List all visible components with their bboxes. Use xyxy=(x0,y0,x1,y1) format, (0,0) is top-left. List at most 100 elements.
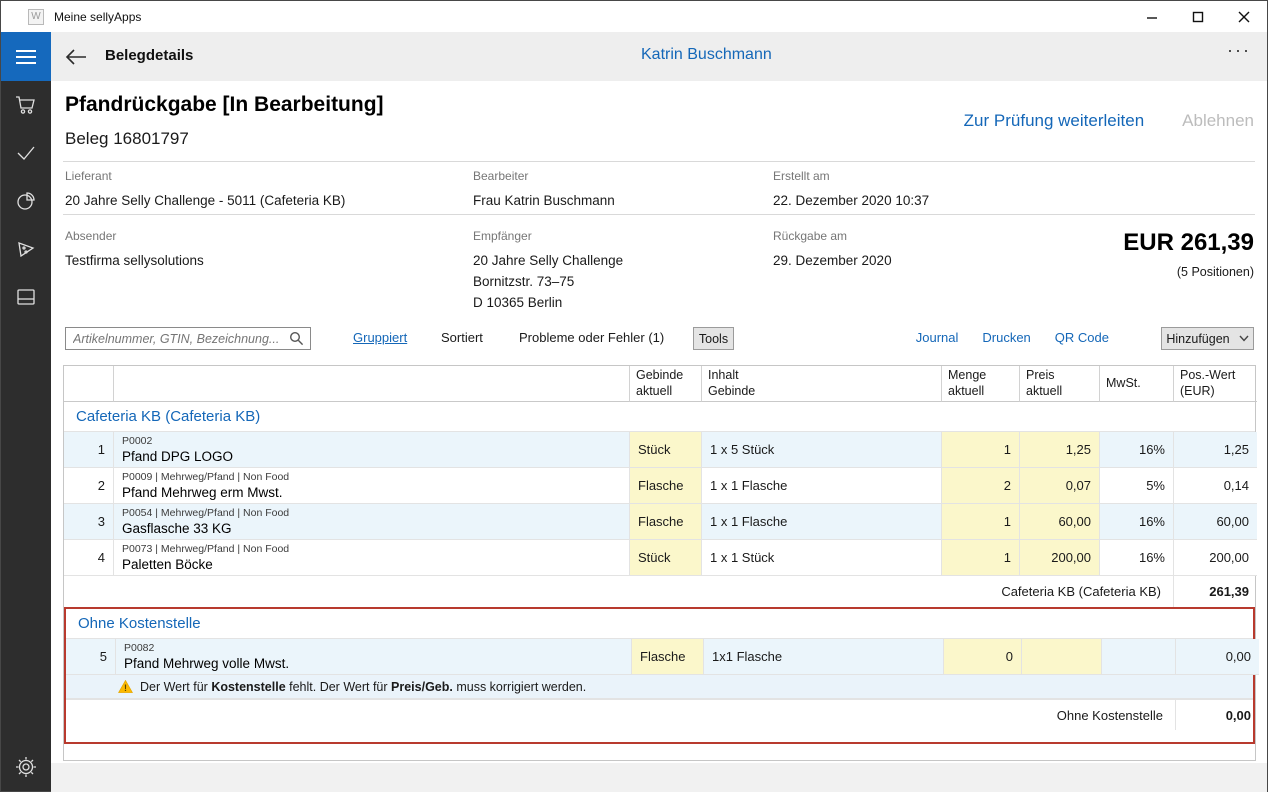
sidebar-item-orders[interactable] xyxy=(1,81,51,129)
column-header-3: Inhalt Gebinde xyxy=(702,366,942,402)
sidebar-item-reports[interactable] xyxy=(1,177,51,225)
search-input[interactable] xyxy=(66,332,289,346)
close-button[interactable] xyxy=(1221,1,1267,32)
subtotal-value: 0,00 xyxy=(1176,700,1259,730)
cell-gebinde[interactable]: Flasche xyxy=(630,504,702,540)
svg-text:!: ! xyxy=(124,683,127,693)
cell-gebinde[interactable]: Flasche xyxy=(630,468,702,504)
sidebar-item-settings[interactable] xyxy=(1,743,51,791)
column-header-1 xyxy=(114,366,630,402)
cell-article: P0073 | Mehrweg/Pfand | Non FoodPaletten… xyxy=(114,540,630,576)
chevron-down-icon xyxy=(1239,335,1249,342)
table-row[interactable]: 5P0082Pfand Mehrweg volle Mwst.Flasche1x… xyxy=(66,639,1253,675)
cell-menge[interactable]: 1 xyxy=(942,540,1020,576)
subtotal-value: 261,39 xyxy=(1174,576,1257,607)
minimize-icon xyxy=(1146,11,1158,23)
sortiert-toggle[interactable]: Sortiert xyxy=(441,330,483,345)
cell-position-number: 4 xyxy=(64,540,114,576)
table-row[interactable]: 3P0054 | Mehrweg/Pfand | Non FoodGasflas… xyxy=(64,504,1255,540)
cell-inhalt-gebinde: 1 x 1 Flasche xyxy=(702,468,942,504)
column-header-2: Gebinde aktuell xyxy=(630,366,702,402)
article-name: Paletten Böcke xyxy=(122,556,213,573)
app-header: Belegdetails Katrin Buschmann ··· xyxy=(1,32,1267,81)
page-title: Belegdetails xyxy=(105,47,193,64)
gear-icon xyxy=(15,756,37,778)
cell-position-number: 5 xyxy=(66,639,116,675)
cell-position-number: 1 xyxy=(64,432,114,468)
cell-position-number: 3 xyxy=(64,504,114,540)
nav-sidebar xyxy=(1,81,51,791)
table-row[interactable]: 4P0073 | Mehrweg/Pfand | Non FoodPalette… xyxy=(64,540,1255,576)
sidebar-item-catering[interactable] xyxy=(1,225,51,273)
field-empfaenger: Empfänger 20 Jahre Selly Challenge Borni… xyxy=(473,229,623,313)
qr-code-link[interactable]: QR Code xyxy=(1055,330,1109,345)
probleme-filter[interactable]: Probleme oder Fehler (1) xyxy=(519,330,664,345)
more-options-button[interactable]: ··· xyxy=(1227,40,1251,61)
column-header-4: Menge aktuell xyxy=(942,366,1020,402)
article-name: Pfand Mehrweg volle Mwst. xyxy=(124,655,289,672)
cell-preis[interactable]: 60,00 xyxy=(1020,504,1100,540)
gruppiert-toggle[interactable]: Gruppiert xyxy=(353,330,407,345)
document-total: EUR 261,39 xyxy=(1123,229,1254,257)
article-name: Pfand DPG LOGO xyxy=(122,448,233,465)
cell-menge[interactable]: 0 xyxy=(944,639,1022,675)
article-code: P0009 | Mehrweg/Pfand | Non Food xyxy=(122,471,289,484)
minimize-button[interactable] xyxy=(1129,1,1175,32)
cell-menge[interactable]: 2 xyxy=(942,468,1020,504)
app-window: W Meine sellyApps Belegdetails Katrin Bu… xyxy=(0,0,1268,792)
cell-inhalt-gebinde: 1 x 1 Stück xyxy=(702,540,942,576)
main-content: Pfandrückgabe [In Bearbeitung] Beleg 168… xyxy=(51,81,1267,791)
cell-pos-wert: 0,14 xyxy=(1174,468,1257,504)
window-title: Meine sellyApps xyxy=(54,10,141,24)
cell-mwst: 16% xyxy=(1100,540,1174,576)
position-count: (5 Positionen) xyxy=(1177,265,1254,279)
cell-pos-wert: 60,00 xyxy=(1174,504,1257,540)
cell-menge[interactable]: 1 xyxy=(942,432,1020,468)
drucken-link[interactable]: Drucken xyxy=(982,330,1030,345)
divider xyxy=(63,161,1255,162)
journal-link[interactable]: Journal xyxy=(916,330,959,345)
subtotal-label: Ohne Kostenstelle xyxy=(66,700,1176,730)
book-icon xyxy=(16,288,36,306)
sidebar-item-approvals[interactable] xyxy=(1,129,51,177)
field-rueckgabe-am: Rückgabe am 29. Dezember 2020 xyxy=(773,229,892,271)
maximize-button[interactable] xyxy=(1175,1,1221,32)
cell-preis[interactable]: 200,00 xyxy=(1020,540,1100,576)
tools-button[interactable]: Tools xyxy=(693,327,734,350)
back-button[interactable] xyxy=(63,44,89,70)
check-icon xyxy=(16,145,36,161)
article-code: P0073 | Mehrweg/Pfand | Non Food xyxy=(122,543,289,556)
forward-for-review-button[interactable]: Zur Prüfung weiterleiten xyxy=(964,111,1144,131)
group: Cafeteria KB (Cafeteria KB)1P0002Pfand D… xyxy=(64,402,1255,607)
group-subtotal-row: Cafeteria KB (Cafeteria KB)261,39 xyxy=(64,576,1255,607)
cell-preis[interactable] xyxy=(1022,639,1102,675)
cell-preis[interactable]: 0,07 xyxy=(1020,468,1100,504)
table-row[interactable]: 2 P0009 | Mehrweg/Pfand | Non FoodPfand M… xyxy=(64,468,1255,504)
cell-gebinde[interactable]: Flasche xyxy=(632,639,704,675)
table-spacer xyxy=(64,744,1255,760)
warning-icon: ! xyxy=(118,680,133,693)
field-lieferant: Lieferant 20 Jahre Selly Challenge - 501… xyxy=(65,169,345,211)
sidebar-item-journal[interactable] xyxy=(1,273,51,321)
table-row[interactable]: 1P0002Pfand DPG LOGOStück1 x 5 Stück11,2… xyxy=(64,432,1255,468)
reject-button[interactable]: Ablehnen xyxy=(1182,111,1254,131)
maximize-icon xyxy=(1192,11,1204,23)
cell-menge[interactable]: 1 xyxy=(942,504,1020,540)
subtotal-label: Cafeteria KB (Cafeteria KB) xyxy=(64,576,1174,607)
article-name: Gasflasche 33 KG xyxy=(122,520,232,537)
hamburger-menu-button[interactable] xyxy=(1,32,51,81)
cell-gebinde[interactable]: Stück xyxy=(630,432,702,468)
document-number: Beleg 16801797 xyxy=(65,129,189,149)
article-code: P0002 xyxy=(122,435,152,448)
cell-preis[interactable]: 1,25 xyxy=(1020,432,1100,468)
cell-pos-wert: 200,00 xyxy=(1174,540,1257,576)
cell-article: P0009 | Mehrweg/Pfand | Non FoodPfand Me… xyxy=(114,468,630,504)
column-header-0 xyxy=(64,366,114,402)
current-user-link[interactable]: Katrin Buschmann xyxy=(641,46,772,64)
hinzufuegen-button[interactable]: Hinzufügen xyxy=(1161,327,1254,350)
cell-mwst: 16% xyxy=(1100,504,1174,540)
column-header-6: MwSt. xyxy=(1100,366,1174,402)
search-box[interactable] xyxy=(65,327,311,350)
cell-inhalt-gebinde: 1 x 5 Stück xyxy=(702,432,942,468)
cell-gebinde[interactable]: Stück xyxy=(630,540,702,576)
